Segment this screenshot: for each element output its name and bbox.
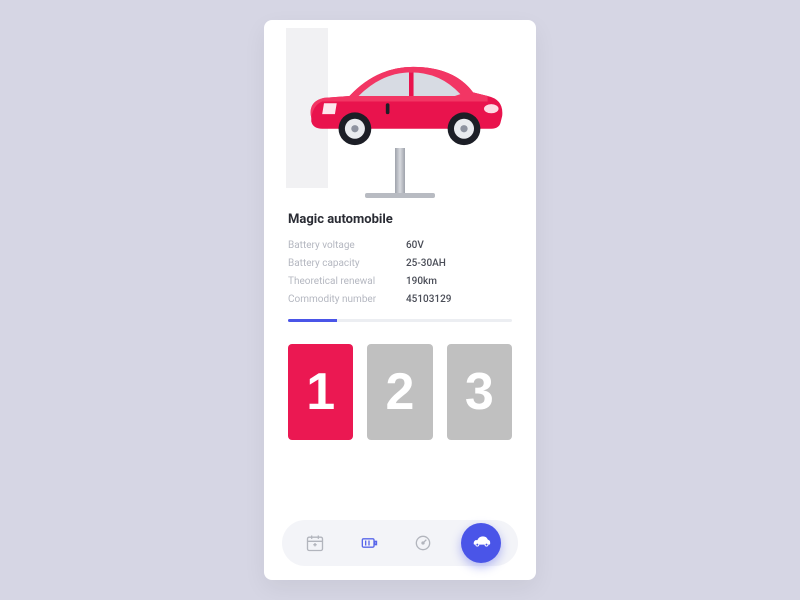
speedometer-icon[interactable] bbox=[407, 527, 439, 559]
car-icon bbox=[470, 530, 492, 556]
variant-card-1[interactable]: 1 bbox=[288, 344, 353, 440]
spec-label: Battery voltage bbox=[288, 237, 406, 255]
product-title: Magic automobile bbox=[288, 212, 512, 227]
spec-row: Battery capacity 25-30AH bbox=[288, 255, 512, 273]
bottom-tabbar bbox=[282, 520, 518, 566]
lift-base bbox=[365, 193, 435, 198]
variant-card-2[interactable]: 2 bbox=[367, 344, 432, 440]
spec-row: Commodity number 45103129 bbox=[288, 291, 512, 309]
spec-label: Theoretical renewal bbox=[288, 273, 406, 291]
spec-label: Commodity number bbox=[288, 291, 406, 309]
car-fab[interactable] bbox=[461, 523, 501, 563]
spec-value: 60V bbox=[406, 237, 424, 255]
car-illustration bbox=[292, 56, 516, 156]
spec-row: Battery voltage 60V bbox=[288, 237, 512, 255]
calendar-icon[interactable] bbox=[299, 527, 331, 559]
battery-icon[interactable] bbox=[353, 527, 385, 559]
product-hero bbox=[264, 20, 536, 200]
spec-value: 190km bbox=[406, 273, 437, 291]
spec-row: Theoretical renewal 190km bbox=[288, 273, 512, 291]
app-screen: Magic automobile Battery voltage 60V Bat… bbox=[264, 20, 536, 580]
spec-value: 45103129 bbox=[406, 291, 451, 309]
spec-label: Battery capacity bbox=[288, 255, 406, 273]
variant-cards: 1 2 3 bbox=[264, 322, 536, 440]
spec-value: 25-30AH bbox=[406, 255, 446, 273]
variant-card-3[interactable]: 3 bbox=[447, 344, 512, 440]
